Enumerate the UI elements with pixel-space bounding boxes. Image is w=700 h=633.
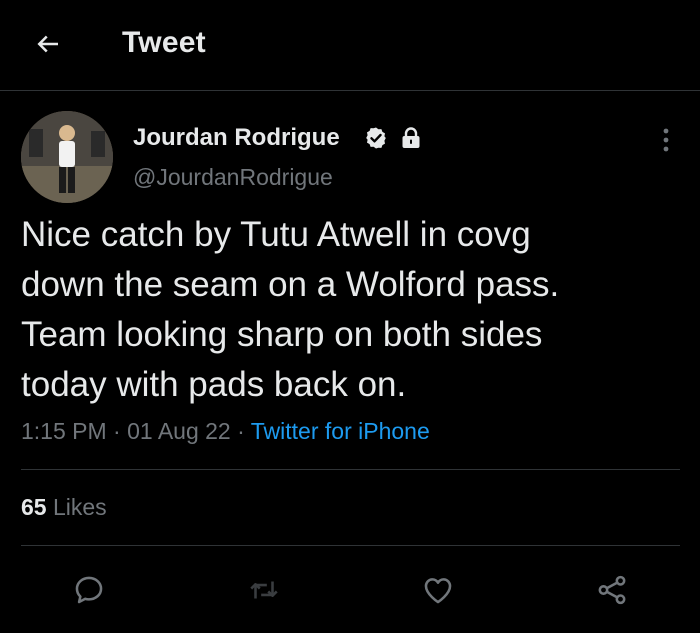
tweet-meta: 1:15 PM · 01 Aug 22 · Twitter for iPhone [21, 418, 430, 445]
author-handle[interactable]: @JourdanRodrigue [133, 164, 333, 191]
share-button[interactable] [592, 570, 632, 610]
more-vertical-icon [663, 128, 669, 152]
tweet-source-link[interactable]: Twitter for iPhone [251, 418, 430, 444]
likes-label: Likes [52, 494, 107, 520]
verified-badge-icon [366, 127, 386, 149]
more-options-button[interactable] [652, 124, 680, 156]
tweet-time: 1:15 PM [21, 418, 107, 444]
divider [21, 469, 680, 470]
retweet-button[interactable] [244, 570, 284, 610]
retweet-icon [250, 581, 278, 599]
meta-separator: · [113, 418, 121, 444]
arrow-left-icon [37, 35, 58, 53]
top-bar: Tweet [0, 0, 700, 91]
author-name[interactable]: Jourdan Rodrigue [133, 124, 340, 152]
tweet-text: Nice catch by Tutu Atwell in covg down t… [21, 215, 560, 404]
back-button[interactable] [32, 28, 64, 60]
meta-separator: · [237, 418, 245, 444]
reply-icon [75, 576, 103, 604]
divider [21, 545, 680, 546]
lock-icon [402, 127, 420, 148]
heart-icon [424, 578, 452, 604]
page-title: Tweet [122, 26, 206, 59]
share-icon [598, 575, 626, 605]
avatar-photo [21, 111, 113, 203]
avatar[interactable] [21, 111, 113, 203]
likes-count[interactable]: 65 Likes [21, 494, 107, 521]
tweet-date: 01 Aug 22 [127, 418, 231, 444]
like-button[interactable] [418, 570, 458, 610]
reply-button[interactable] [69, 570, 109, 610]
likes-number: 65 [21, 494, 47, 520]
